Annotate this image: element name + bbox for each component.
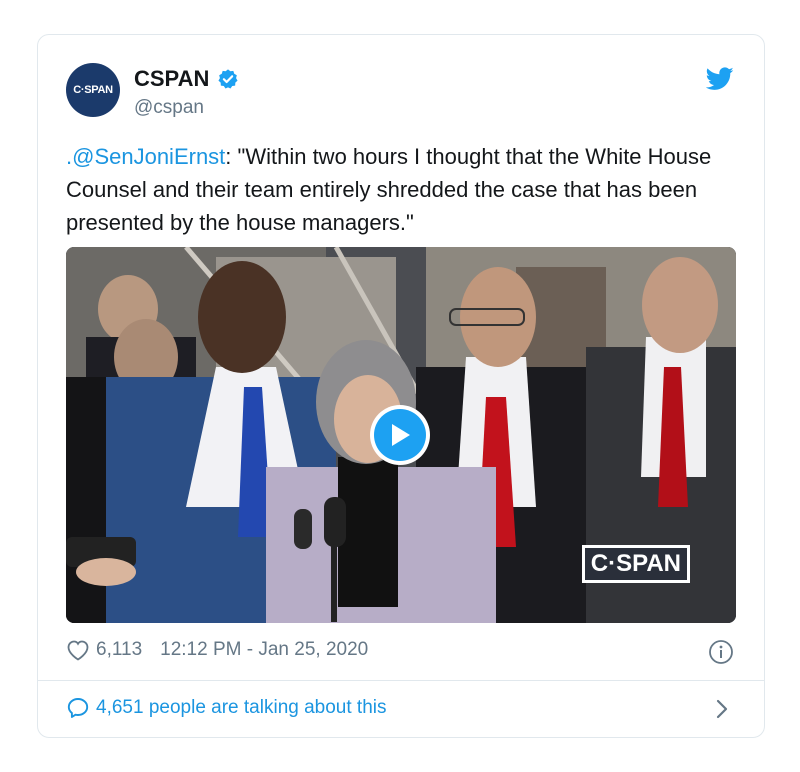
heart-icon[interactable]	[66, 639, 90, 661]
chevron-right-icon[interactable]	[714, 697, 730, 721]
speech-bubble-icon	[67, 698, 89, 718]
play-icon	[374, 409, 426, 461]
divider	[38, 680, 764, 681]
handle[interactable]: @cspan	[134, 97, 204, 119]
tweet-text: .@SenJoniErnst: "Within two hours I thou…	[66, 140, 726, 239]
talking-count-text: 4,651 people are talking about this	[96, 697, 387, 718]
like-count[interactable]: 6,113	[96, 639, 142, 661]
mention-link[interactable]: .@SenJoniErnst	[66, 144, 225, 169]
verified-badge-icon	[218, 69, 238, 89]
display-name[interactable]: CSPAN	[134, 66, 209, 92]
play-button[interactable]	[370, 405, 430, 465]
tweet-meta: 6,113 12:12 PM - Jan 25, 2020	[66, 639, 368, 661]
media-watermark: C·SPAN	[581, 545, 690, 583]
video-player[interactable]: C·SPAN	[66, 247, 736, 623]
avatar-logo-text: C·SPAN	[73, 84, 113, 96]
conversation-link[interactable]: 4,651 people are talking about this	[66, 696, 387, 720]
timestamp[interactable]: 12:12 PM - Jan 25, 2020	[160, 639, 368, 661]
tweet-card[interactable]: C·SPAN CSPAN @cspan .@SenJoniErnst: "Wit…	[37, 34, 765, 738]
author-name-row[interactable]: CSPAN	[134, 66, 239, 92]
avatar[interactable]: C·SPAN	[66, 63, 120, 117]
twitter-bird-icon[interactable]	[706, 67, 734, 91]
info-icon[interactable]	[708, 639, 734, 665]
